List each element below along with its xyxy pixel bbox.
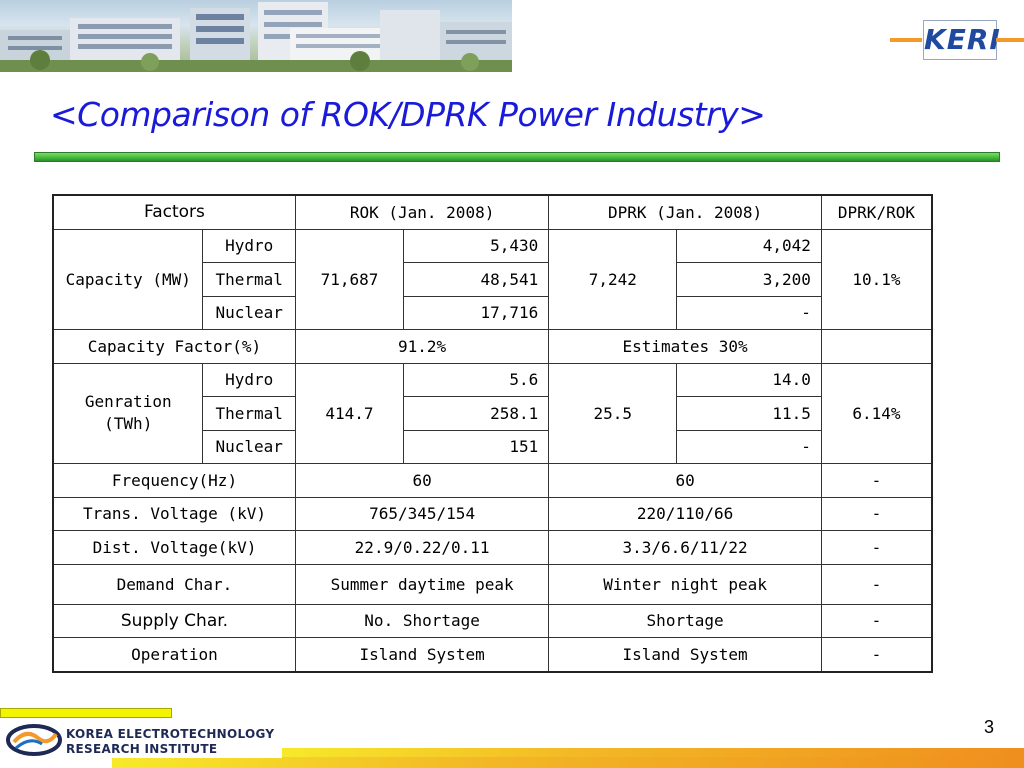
footer-orange-bar-upper — [282, 748, 1024, 757]
title-underline-bar — [34, 152, 1000, 162]
row-label: Dist. Voltage(kV) — [52, 530, 296, 565]
row-label: Operation — [52, 637, 296, 672]
row-dprk: 60 — [548, 463, 822, 498]
table-row: Supply Char. No. Shortage Shortage - — [52, 603, 933, 638]
logo-line-left — [890, 38, 922, 42]
capacity-label: Capacity (MW) — [52, 228, 204, 330]
generation-label-line1: Genration — [84, 392, 172, 412]
row-dprk: Winter night peak — [548, 563, 822, 605]
building-photo — [0, 2, 512, 72]
header-ratio: DPRK/ROK — [820, 194, 933, 230]
row-dprk: 220/110/66 — [548, 496, 822, 531]
institute-name-line1: KOREA ELECTROTECHNOLOGY — [66, 727, 275, 741]
row-rok: Island System — [294, 637, 550, 672]
generation-rok-value: 258.1 — [402, 396, 550, 431]
row-rok: 22.9/0.22/0.11 — [294, 530, 550, 565]
header-rok: ROK (Jan. 2008) — [294, 194, 550, 230]
capacity-rok-total: 71,687 — [294, 228, 405, 330]
table-row: Capacity (MW) Hydro 71,687 5,430 7,242 4… — [52, 228, 933, 330]
table-row: Demand Char. Summer daytime peak Winter … — [52, 563, 933, 605]
generation-type: Hydro — [202, 362, 296, 397]
generation-label: Genration (TWh) — [52, 362, 204, 464]
capacity-dprk-value: 4,042 — [676, 228, 822, 263]
capacity-factor-dprk: Estimates 30% — [548, 329, 822, 364]
table-row: Trans. Voltage (kV) 765/345/154 220/110/… — [52, 496, 933, 531]
capacity-dprk-value: 3,200 — [676, 262, 822, 297]
generation-ratio: 6.14% — [820, 362, 933, 464]
generation-rok-value: 5.6 — [402, 362, 550, 397]
row-label: Supply Char. — [52, 603, 296, 638]
row-rok: 60 — [294, 463, 550, 498]
row-ratio: - — [820, 603, 933, 638]
capacity-factor-rok: 91.2% — [294, 329, 550, 364]
generation-rok-total: 414.7 — [294, 362, 405, 464]
capacity-ratio: 10.1% — [820, 228, 933, 330]
table-row: Genration (TWh) Hydro 414.7 5.6 25.5 14.… — [52, 362, 933, 464]
row-dprk: Shortage — [548, 603, 822, 638]
header-banner-image — [0, 0, 512, 72]
institute-name-line2: RESEARCH INSTITUTE — [66, 742, 218, 756]
capacity-dprk-value: - — [676, 295, 822, 330]
keri-logo: KERI — [923, 20, 1000, 60]
capacity-rok-value: 17,716 — [402, 295, 550, 330]
logo-line-right — [996, 38, 1024, 42]
table-row: Capacity Factor(%) 91.2% Estimates 30% — [52, 329, 933, 364]
table-row: Dist. Voltage(kV) 22.9/0.22/0.11 3.3/6.6… — [52, 530, 933, 565]
slide-title: <Comparison of ROK/DPRK Power Industry> — [50, 95, 766, 134]
table-header-row: Factors ROK (Jan. 2008) DPRK (Jan. 2008)… — [52, 194, 933, 230]
capacity-dprk-total: 7,242 — [548, 228, 678, 330]
capacity-factor-label: Capacity Factor(%) — [52, 329, 296, 364]
table-row: Operation Island System Island System - — [52, 637, 933, 672]
capacity-factor-ratio — [820, 329, 933, 364]
row-rok: No. Shortage — [294, 603, 550, 638]
header-factors: Factors — [52, 194, 296, 230]
institute-logo: KOREA ELECTROTECHNOLOGY RESEARCH INSTITU… — [0, 722, 282, 758]
row-label: Trans. Voltage (kV) — [52, 496, 296, 531]
row-ratio: - — [820, 496, 933, 531]
row-label: Frequency(Hz) — [52, 463, 296, 498]
page-number: 3 — [984, 717, 995, 737]
table-row: Frequency(Hz) 60 60 - — [52, 463, 933, 498]
row-ratio: - — [820, 463, 933, 498]
generation-dprk-value: - — [676, 429, 822, 464]
footer-orange-bar-lower — [112, 757, 1024, 768]
generation-dprk-value: 11.5 — [676, 396, 822, 431]
row-dprk: 3.3/6.6/11/22 — [548, 530, 822, 565]
generation-type: Thermal — [202, 396, 296, 431]
row-rok: Summer daytime peak — [294, 563, 550, 605]
capacity-type: Nuclear — [202, 295, 296, 330]
row-label: Demand Char. — [52, 563, 296, 605]
row-ratio: - — [820, 563, 933, 605]
row-rok: 765/345/154 — [294, 496, 550, 531]
footer-yellow-bar — [0, 708, 172, 718]
capacity-rok-value: 5,430 — [402, 228, 550, 263]
generation-label-line2: (TWh) — [104, 414, 153, 434]
row-ratio: - — [820, 530, 933, 565]
capacity-type: Thermal — [202, 262, 296, 297]
institute-emblem-icon — [6, 724, 62, 756]
row-dprk: Island System — [548, 637, 822, 672]
row-ratio: - — [820, 637, 933, 672]
generation-dprk-value: 14.0 — [676, 362, 822, 397]
generation-dprk-total: 25.5 — [548, 362, 678, 464]
capacity-type: Hydro — [202, 228, 296, 263]
generation-type: Nuclear — [202, 429, 296, 464]
header-dprk: DPRK (Jan. 2008) — [548, 194, 822, 230]
comparison-table: Factors ROK (Jan. 2008) DPRK (Jan. 2008)… — [52, 194, 933, 673]
capacity-rok-value: 48,541 — [402, 262, 550, 297]
generation-rok-value: 151 — [402, 429, 550, 464]
